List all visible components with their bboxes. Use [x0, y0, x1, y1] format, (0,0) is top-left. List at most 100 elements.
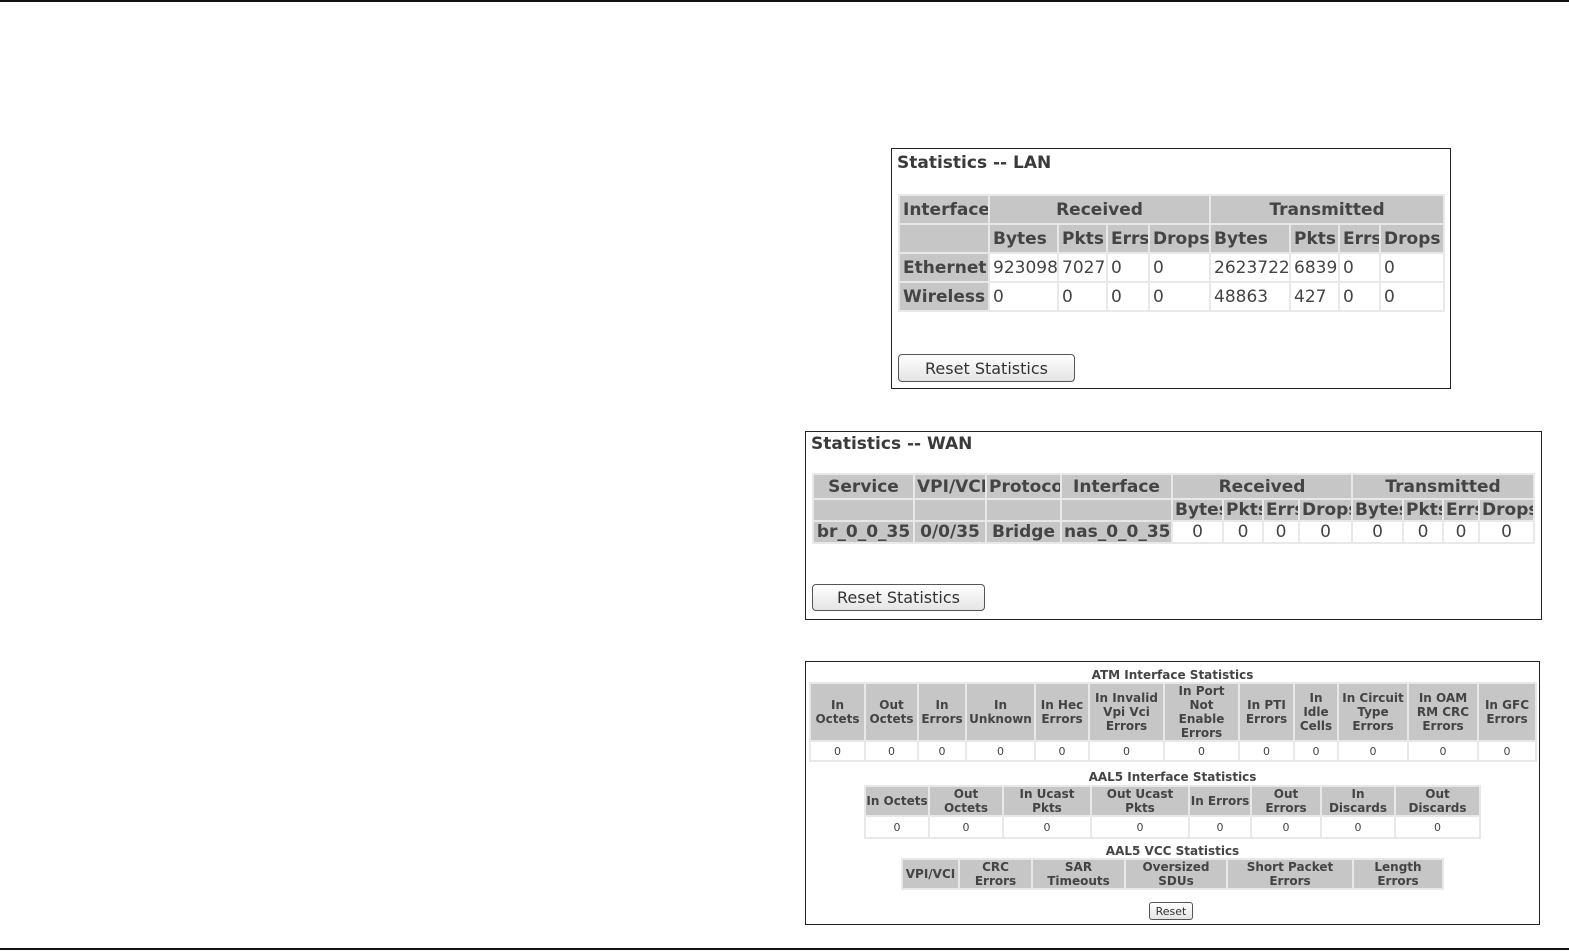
lan-subheader: Pkts [1057, 223, 1108, 254]
top-rule [0, 0, 1569, 2]
wan-header-service: Service [812, 473, 915, 500]
lan-header-transmitted: Transmitted [1209, 194, 1446, 225]
table-cell: 0 [1090, 815, 1190, 839]
wan-header-interface: Interface [1060, 473, 1173, 500]
atm-header: In PTI Errors [1238, 682, 1295, 742]
table-cell: 6839 [1289, 252, 1341, 283]
table-cell: 0 [864, 815, 930, 839]
wan-cell-protocol: Bridge [985, 520, 1062, 544]
table-cell: 0 [917, 740, 967, 762]
aal5-interface-statistics-title: AAL5 Interface Statistics [1088, 770, 1257, 784]
table-cell: 0 [1293, 740, 1339, 762]
lan-subheader: Bytes [988, 223, 1059, 254]
wan-reset-statistics-button[interactable]: Reset Statistics [812, 584, 985, 611]
lan-header-received: Received [987, 194, 1212, 225]
lan-statistics-table: Interface Received Transmitted Bytes Pkt… [898, 194, 1446, 312]
vcc-header: VPI/VCI [901, 858, 960, 890]
table-cell: 0 [1379, 281, 1446, 312]
table-cell: 0 [1379, 252, 1446, 283]
aal5-header: In Discards [1320, 785, 1396, 817]
vcc-header: CRC Errors [958, 858, 1033, 890]
table-cell: 0 [1163, 740, 1240, 762]
lan-subheader: Errs [1106, 223, 1150, 254]
atm-statistics-panel: ATM Interface Statistics In Octets Out O… [805, 661, 1540, 925]
lan-subheader: Drops [1147, 223, 1212, 254]
aal5-header: In Octets [864, 785, 930, 817]
aal5-values-row: 0 0 0 0 0 0 0 0 [864, 815, 1481, 839]
table-cell: 0 [1407, 740, 1479, 762]
atm-header: In Circuit Type Errors [1337, 682, 1409, 742]
atm-interface-statistics-table: In Octets Out Octets In Errors In Unknow… [809, 682, 1537, 762]
aal5-vcc-statistics-title: AAL5 VCC Statistics [1105, 844, 1240, 858]
table-cell: 0 [864, 740, 919, 762]
table-cell: 0 [1147, 281, 1212, 312]
aal5-header: Out Ucast Pkts [1090, 785, 1190, 817]
table-cell: 0 [1478, 520, 1536, 544]
wan-statistics-panel: Statistics -- WAN Service VPI/VCI Protoc… [805, 431, 1542, 620]
table-cell: 427 [1289, 281, 1341, 312]
wan-statistics-table: Service VPI/VCI Protocol Interface Recei… [812, 473, 1536, 544]
wan-header-vpi-vci: VPI/VCI [913, 473, 987, 500]
aal5-header: Out Errors [1250, 785, 1322, 817]
wan-cell-service: br_0_0_35 [812, 520, 915, 544]
row-label: Wireless [898, 281, 990, 312]
vcc-header: SAR Timeouts [1031, 858, 1126, 890]
atm-header: In GFC Errors [1477, 682, 1537, 742]
table-cell: 0 [1147, 252, 1212, 283]
vcc-header: Length Errors [1352, 858, 1444, 890]
table-cell: 0 [1394, 815, 1481, 839]
table-cell: 0 [1338, 281, 1382, 312]
table-cell: 923098 [988, 252, 1059, 283]
atm-header: In Hec Errors [1034, 682, 1090, 742]
aal5-header: Out Octets [928, 785, 1004, 817]
wan-cell-interface: nas_0_0_35 [1060, 520, 1173, 544]
table-cell: 0 [1222, 520, 1264, 544]
wan-header-blank [985, 498, 1062, 522]
wan-subheader: Drops [1297, 498, 1354, 522]
lan-reset-statistics-button[interactable]: Reset Statistics [898, 354, 1075, 382]
atm-header: In Octets [809, 682, 866, 742]
vcc-header: Short Packet Errors [1226, 858, 1354, 890]
wan-header-blank [812, 498, 915, 522]
wan-header-received: Received [1170, 473, 1354, 500]
wan-subheader: Bytes [1351, 498, 1405, 522]
table-cell: 0 [1250, 815, 1322, 839]
lan-statistics-panel: Statistics -- LAN Interface Received Tra… [891, 148, 1451, 389]
table-cell: 0 [1238, 740, 1295, 762]
wan-subheader: Pkts [1402, 498, 1445, 522]
table-cell: 0 [809, 740, 866, 762]
aal5-interface-statistics-table: In Octets Out Octets In Ucast Pkts Out U… [864, 785, 1481, 839]
table-cell: 0 [1351, 520, 1405, 544]
bottom-rule [0, 948, 1569, 950]
lan-row-wireless: Wireless 0 0 0 0 48863 427 0 0 [898, 281, 1446, 312]
wan-header-blank [1060, 498, 1173, 522]
wan-subheader: Errs [1442, 498, 1481, 522]
reset-button[interactable]: Reset [1149, 902, 1193, 920]
table-cell: 0 [1297, 520, 1354, 544]
aal5-header: Out Discards [1394, 785, 1481, 817]
atm-header: In Errors [917, 682, 967, 742]
lan-header-interface: Interface [898, 194, 990, 225]
lan-subheader: Pkts [1289, 223, 1341, 254]
lan-subheader: Errs [1338, 223, 1382, 254]
aal5-vcc-statistics-table: VPI/VCI CRC Errors SAR Timeouts Oversize… [901, 858, 1444, 890]
wan-panel-title: Statistics -- WAN [811, 434, 973, 454]
table-cell: 7027 [1057, 252, 1108, 283]
table-cell: 0 [1171, 520, 1224, 544]
atm-interface-statistics-title: ATM Interface Statistics [1091, 668, 1254, 682]
atm-header: In OAM RM CRC Errors [1407, 682, 1479, 742]
table-cell: 0 [928, 815, 1004, 839]
wan-subheader: Pkts [1222, 498, 1264, 522]
lan-subheader: Bytes [1209, 223, 1292, 254]
aal5-header: In Ucast Pkts [1002, 785, 1092, 817]
wan-cell-vpi-vci: 0/0/35 [913, 520, 987, 544]
wan-subheader: Errs [1262, 498, 1300, 522]
lan-panel-title: Statistics -- LAN [897, 153, 1052, 173]
table-cell: 2623722 [1209, 252, 1292, 283]
lan-subheader: Drops [1379, 223, 1446, 254]
lan-row-ethernet: Ethernet 923098 7027 0 0 2623722 6839 0 … [898, 252, 1446, 283]
table-cell: 0 [1106, 252, 1150, 283]
table-cell: 0 [1106, 281, 1150, 312]
table-cell: 0 [1002, 815, 1092, 839]
table-cell: 0 [1188, 815, 1252, 839]
